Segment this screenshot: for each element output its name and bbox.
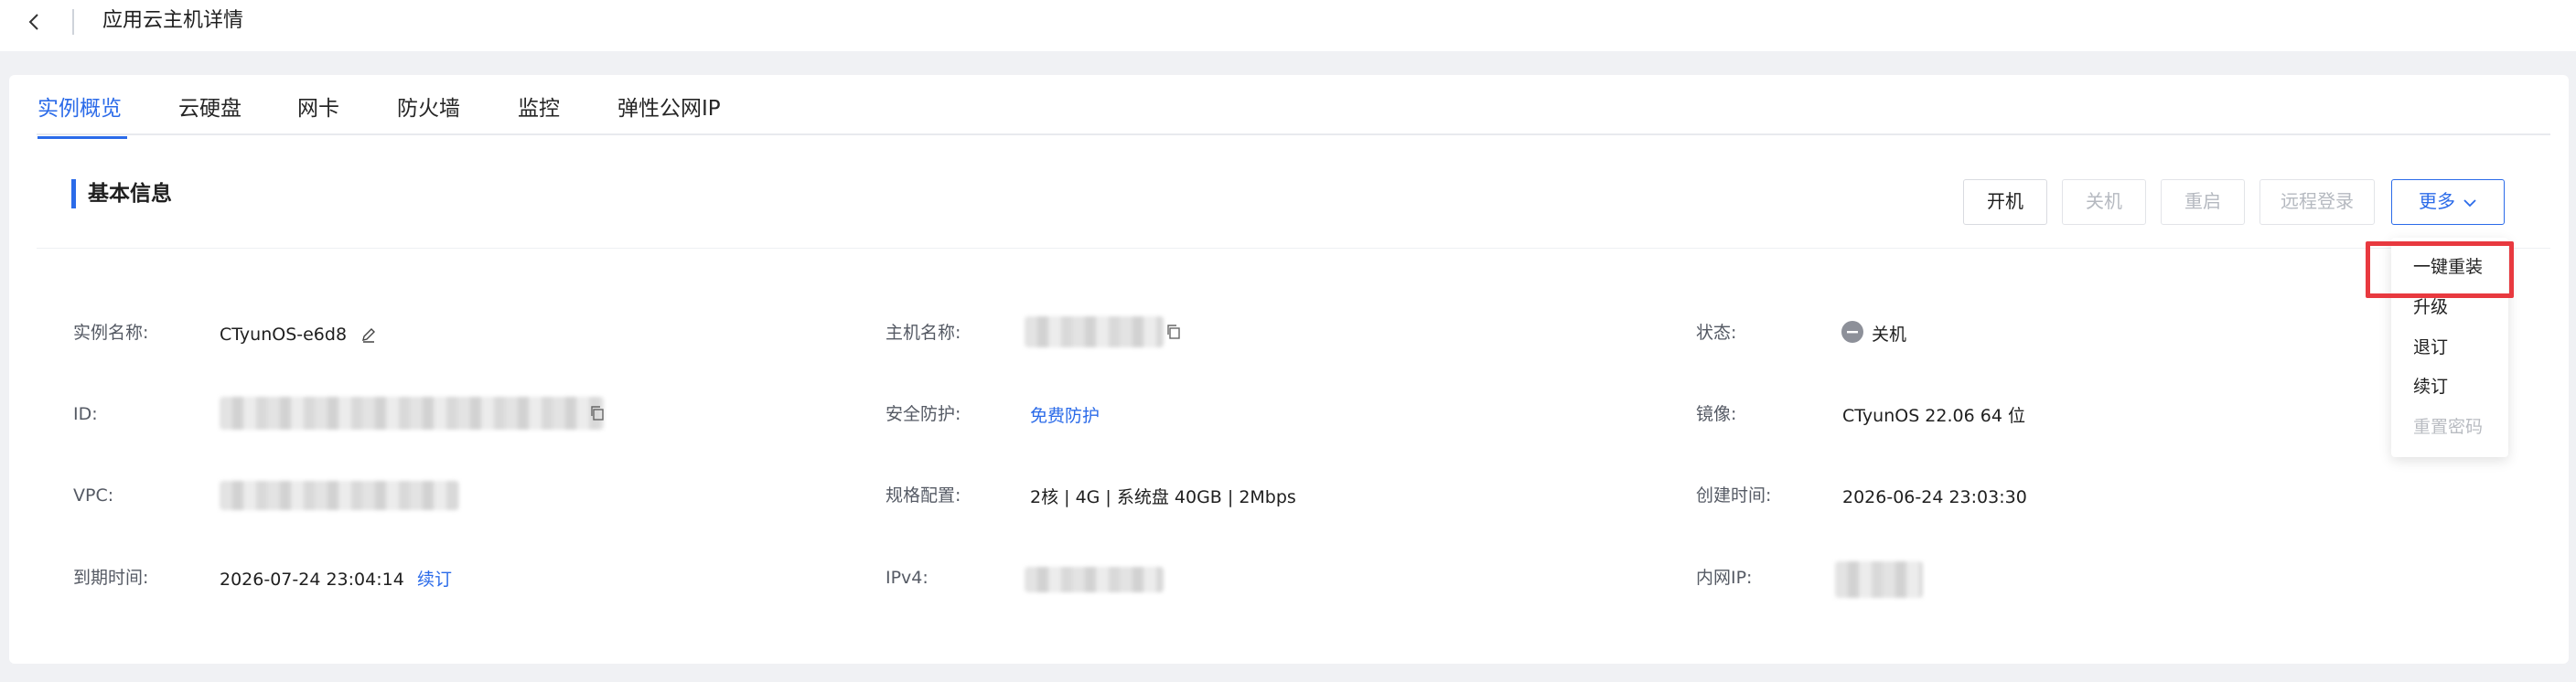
host-name-value-redacted xyxy=(1025,316,1164,347)
ipv4-label: IPv4: xyxy=(886,568,928,588)
tab-firewall[interactable]: 防火墙 xyxy=(397,93,460,124)
detail-card: 实例概览 云硬盘 网卡 防火墙 监控 弹性公网IP 基本信息 开机 关机 重启 … xyxy=(9,75,2569,664)
instance-name-value: CTyunOS-e6d8 xyxy=(220,325,348,345)
section-divider xyxy=(37,248,2550,249)
top-divider xyxy=(72,9,74,35)
remote-login-button[interactable]: 远程登录 xyxy=(2259,179,2375,225)
section-accent-bar xyxy=(71,179,76,208)
created-time-label: 创建时间: xyxy=(1696,485,1772,506)
tab-monitor[interactable]: 监控 xyxy=(518,93,560,124)
tab-elastic-ip[interactable]: 弹性公网IP xyxy=(617,93,721,124)
instance-name-label: 实例名称: xyxy=(73,323,149,343)
spec-value: 2核 | 4G | 系统盘 40GB | 2Mbps xyxy=(1030,487,1296,507)
id-label: ID: xyxy=(73,404,98,424)
expire-time-label: 到期时间: xyxy=(73,568,149,588)
copy-id-icon[interactable] xyxy=(589,405,606,421)
expire-time-value: 2026-07-24 23:04:14 xyxy=(220,570,404,590)
tab-nic[interactable]: 网卡 xyxy=(297,93,339,124)
menu-item-renew[interactable]: 续订 xyxy=(2413,374,2448,400)
security-link[interactable]: 免费防护 xyxy=(1030,403,1100,429)
edit-icon[interactable] xyxy=(360,327,377,344)
menu-item-reinstall[interactable]: 一键重装 xyxy=(2413,254,2483,280)
top-bar: 应用云主机详情 xyxy=(0,0,2576,51)
spec-label: 规格配置: xyxy=(886,485,961,506)
private-ip-label: 内网IP: xyxy=(1696,568,1753,588)
back-button[interactable] xyxy=(20,5,48,38)
page-title: 应用云主机详情 xyxy=(102,9,244,32)
tab-cloud-disk[interactable]: 云硬盘 xyxy=(178,93,242,124)
host-name-label: 主机名称: xyxy=(886,323,961,343)
status-stopped-icon xyxy=(1841,321,1863,343)
created-time-value: 2026-06-24 23:03:30 xyxy=(1842,487,2027,507)
start-button[interactable]: 开机 xyxy=(1963,179,2047,225)
image-label: 镜像: xyxy=(1696,404,1737,424)
chevron-left-icon xyxy=(28,14,38,30)
tabs-divider xyxy=(37,133,2550,135)
status-label: 状态: xyxy=(1696,323,1737,343)
vpc-label: VPC: xyxy=(73,485,114,506)
stop-button[interactable]: 关机 xyxy=(2062,179,2146,225)
restart-button[interactable]: 重启 xyxy=(2161,179,2245,225)
menu-item-reset-password: 重置密码 xyxy=(2413,417,2484,437)
more-button-label: 更多 xyxy=(2419,190,2455,212)
menu-item-upgrade[interactable]: 升级 xyxy=(2413,294,2448,320)
menu-item-unsubscribe[interactable]: 退订 xyxy=(2413,335,2448,360)
more-dropdown-menu: 一键重装 升级 退订 续订 重置密码 xyxy=(2391,238,2508,457)
tab-overview[interactable]: 实例概览 xyxy=(38,93,122,124)
more-button[interactable]: 更多 xyxy=(2391,179,2505,225)
vpc-value-redacted xyxy=(220,481,459,510)
section-title: 基本信息 xyxy=(88,182,172,206)
status-value: 关机 xyxy=(1872,325,1907,345)
copy-host-name-icon[interactable] xyxy=(1165,324,1182,340)
image-value: CTyunOS 22.06 64 位 xyxy=(1842,406,2025,426)
chevron-down-icon xyxy=(2463,198,2476,207)
private-ip-value-redacted xyxy=(1835,561,1923,598)
renew-link[interactable]: 续订 xyxy=(417,567,452,592)
ipv4-value-redacted xyxy=(1025,567,1164,592)
security-label: 安全防护: xyxy=(886,404,961,424)
id-value-redacted xyxy=(220,397,604,430)
active-tab-indicator xyxy=(38,136,127,139)
